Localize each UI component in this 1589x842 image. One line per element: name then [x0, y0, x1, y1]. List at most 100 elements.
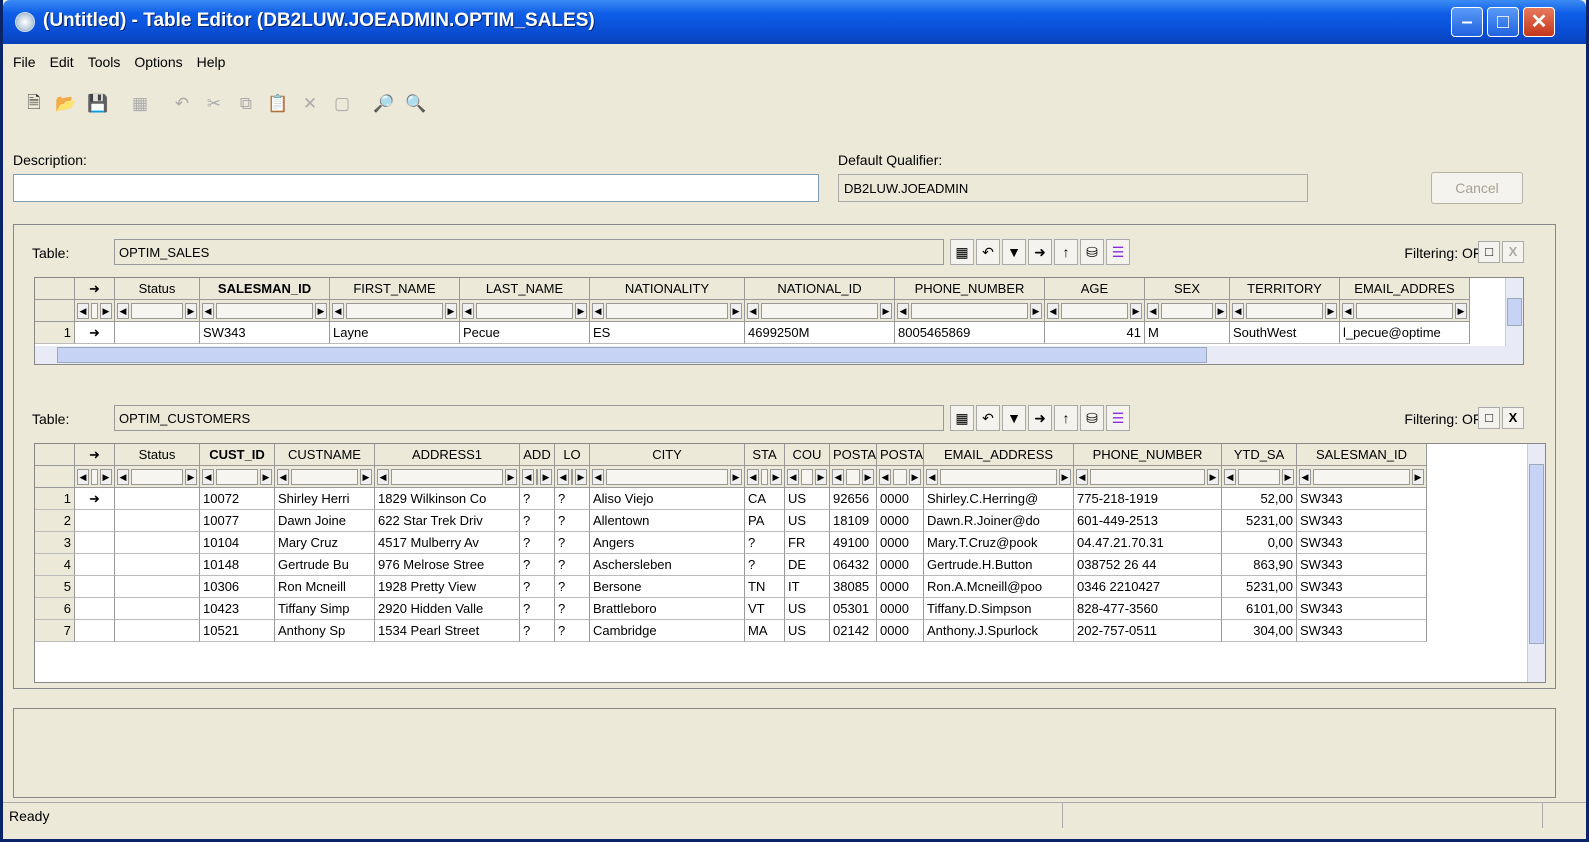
table-cell[interactable]: 06432: [830, 554, 877, 576]
table-cell[interactable]: Ron.A.Mcneill@poo: [924, 576, 1074, 598]
paste-icon[interactable]: 📋: [263, 89, 293, 119]
table-cell[interactable]: 10072: [200, 488, 275, 510]
table-cell[interactable]: 10521: [200, 620, 275, 642]
columns-icon[interactable]: ▦: [950, 239, 974, 265]
table-cell[interactable]: SW343: [200, 322, 330, 344]
column-header[interactable]: NATIONALITY: [590, 278, 745, 300]
scroll-left-icon[interactable]: ◀: [1342, 302, 1354, 319]
table-cell[interactable]: 38085: [830, 576, 877, 598]
table-cell[interactable]: ?: [745, 554, 785, 576]
column-header[interactable]: ADD: [520, 444, 555, 466]
row-number[interactable]: 4: [35, 554, 75, 576]
scroll-left-icon[interactable]: ◀: [832, 468, 844, 485]
column-header[interactable]: PHONE_NUMBER: [895, 278, 1045, 300]
save-icon[interactable]: 💾: [83, 89, 113, 119]
table-cell[interactable]: US: [785, 598, 830, 620]
table-cell[interactable]: ?: [745, 532, 785, 554]
table-cell[interactable]: Layne: [330, 322, 460, 344]
up-arrow-icon[interactable]: ↑: [1054, 405, 1078, 431]
table-cell[interactable]: Ron Mcneill: [275, 576, 375, 598]
open-folder-icon[interactable]: 📂: [51, 89, 81, 119]
column-width-slider[interactable]: ◀ ▶: [330, 300, 460, 322]
table-cell[interactable]: 1534 Pearl Street: [375, 620, 520, 642]
menu-tools[interactable]: Tools: [88, 54, 121, 76]
undo-icon[interactable]: ↶: [976, 239, 1000, 265]
row-number[interactable]: 7: [35, 620, 75, 642]
table-cell[interactable]: Brattleboro: [590, 598, 745, 620]
table-cell[interactable]: SW343: [1297, 510, 1427, 532]
scroll-right-icon[interactable]: ▶: [1412, 468, 1424, 485]
table-cell[interactable]: 41: [1045, 322, 1145, 344]
slider-track[interactable]: [91, 302, 98, 319]
table-cell[interactable]: 2920 Hidden Valle: [375, 598, 520, 620]
table-cell[interactable]: 04.47.21.70.31: [1074, 532, 1222, 554]
scroll-left-icon[interactable]: ◀: [202, 468, 214, 485]
slider-track[interactable]: [761, 302, 878, 319]
table-cell[interactable]: 0000: [877, 510, 924, 532]
scroll-left-icon[interactable]: ◀: [277, 468, 289, 485]
table-cell[interactable]: ?: [520, 576, 555, 598]
table-cell[interactable]: [115, 532, 200, 554]
table-cell[interactable]: Cambridge: [590, 620, 745, 642]
menu-options[interactable]: Options: [134, 54, 182, 76]
scroll-right-icon[interactable]: ▶: [1059, 468, 1071, 485]
column-header[interactable]: FIRST_NAME: [330, 278, 460, 300]
scrollbar-thumb[interactable]: [57, 347, 1207, 363]
column-header[interactable]: LO: [555, 444, 590, 466]
table-row[interactable]: 1 ➜ SW343 Layne Pecue ES 4699250M 8005465869 41 M…: [35, 322, 1470, 344]
table-row[interactable]: 2 10077 Dawn Joine 622 Star Trek Driv?? Alle…: [35, 510, 1427, 532]
table-cell[interactable]: Bersone: [590, 576, 745, 598]
table-cell[interactable]: Dawn Joine: [275, 510, 375, 532]
slider-track[interactable]: [91, 468, 98, 485]
table-cell[interactable]: 601-449-2513: [1074, 510, 1222, 532]
horizontal-scrollbar[interactable]: [35, 346, 1523, 364]
column-width-slider[interactable]: ◀ ▶: [1297, 466, 1427, 488]
table-cell[interactable]: SouthWest: [1230, 322, 1340, 344]
table-cell[interactable]: ?: [555, 488, 590, 510]
scroll-left-icon[interactable]: ◀: [202, 302, 214, 319]
table-cell[interactable]: 0000: [877, 488, 924, 510]
table-cell[interactable]: SW343: [1297, 532, 1427, 554]
column-width-slider[interactable]: ◀ ▶: [375, 466, 520, 488]
scroll-right-icon[interactable]: ▶: [445, 302, 457, 319]
table-cell[interactable]: ?: [555, 576, 590, 598]
slider-track[interactable]: [216, 468, 258, 485]
column-width-slider[interactable]: ◀ ▶: [555, 466, 590, 488]
slider-track[interactable]: [131, 468, 183, 485]
table-cell[interactable]: 6101,00: [1222, 598, 1297, 620]
row-number[interactable]: 3: [35, 532, 75, 554]
table-cell[interactable]: US: [785, 488, 830, 510]
scroll-left-icon[interactable]: ◀: [557, 468, 569, 485]
column-width-slider[interactable]: ◀ ▶: [877, 466, 924, 488]
column-width-slider[interactable]: ◀ ▶: [590, 466, 745, 488]
table-cell[interactable]: TN: [745, 576, 785, 598]
scroll-left-icon[interactable]: ◀: [522, 468, 534, 485]
table-row[interactable]: 4 10148 Gertrude Bu 976 Melrose Stree?? Asch…: [35, 554, 1427, 576]
table-cell[interactable]: Shirley Herri: [275, 488, 375, 510]
table-cell[interactable]: 02142: [830, 620, 877, 642]
scroll-left-icon[interactable]: ◀: [1232, 302, 1244, 319]
scroll-left-icon[interactable]: ◀: [77, 302, 89, 319]
column-width-slider[interactable]: ◀ ▶: [590, 300, 745, 322]
table-cell[interactable]: Dawn.R.Joiner@do: [924, 510, 1074, 532]
table-cell[interactable]: 304,00: [1222, 620, 1297, 642]
scroll-left-icon[interactable]: ◀: [1299, 468, 1311, 485]
table-cell[interactable]: 1829 Wilkinson Co: [375, 488, 520, 510]
slider-track[interactable]: [1356, 302, 1453, 319]
table-cell[interactable]: ?: [555, 532, 590, 554]
find-icon[interactable]: 🔎: [369, 89, 399, 119]
table-cell[interactable]: 622 Star Trek Driv: [375, 510, 520, 532]
undo-icon[interactable]: ↶: [167, 89, 197, 119]
table-cell[interactable]: MA: [745, 620, 785, 642]
column-header[interactable]: EMAIL_ADDRES: [1340, 278, 1470, 300]
column-header[interactable]: SALESMAN_ID: [200, 278, 330, 300]
column-header[interactable]: YTD_SA: [1222, 444, 1297, 466]
table-cell[interactable]: Anthony Sp: [275, 620, 375, 642]
delete-icon[interactable]: ✕: [295, 89, 325, 119]
scroll-right-icon[interactable]: ▶: [1030, 302, 1042, 319]
table-row[interactable]: 5 10306 Ron Mcneill 1928 Pretty View?? Berso…: [35, 576, 1427, 598]
table-cell[interactable]: Mary.T.Cruz@pook: [924, 532, 1074, 554]
dropdown-icon[interactable]: ▼: [1002, 239, 1026, 265]
database-icon[interactable]: ⛁: [1080, 239, 1104, 265]
slider-track[interactable]: [940, 468, 1057, 485]
